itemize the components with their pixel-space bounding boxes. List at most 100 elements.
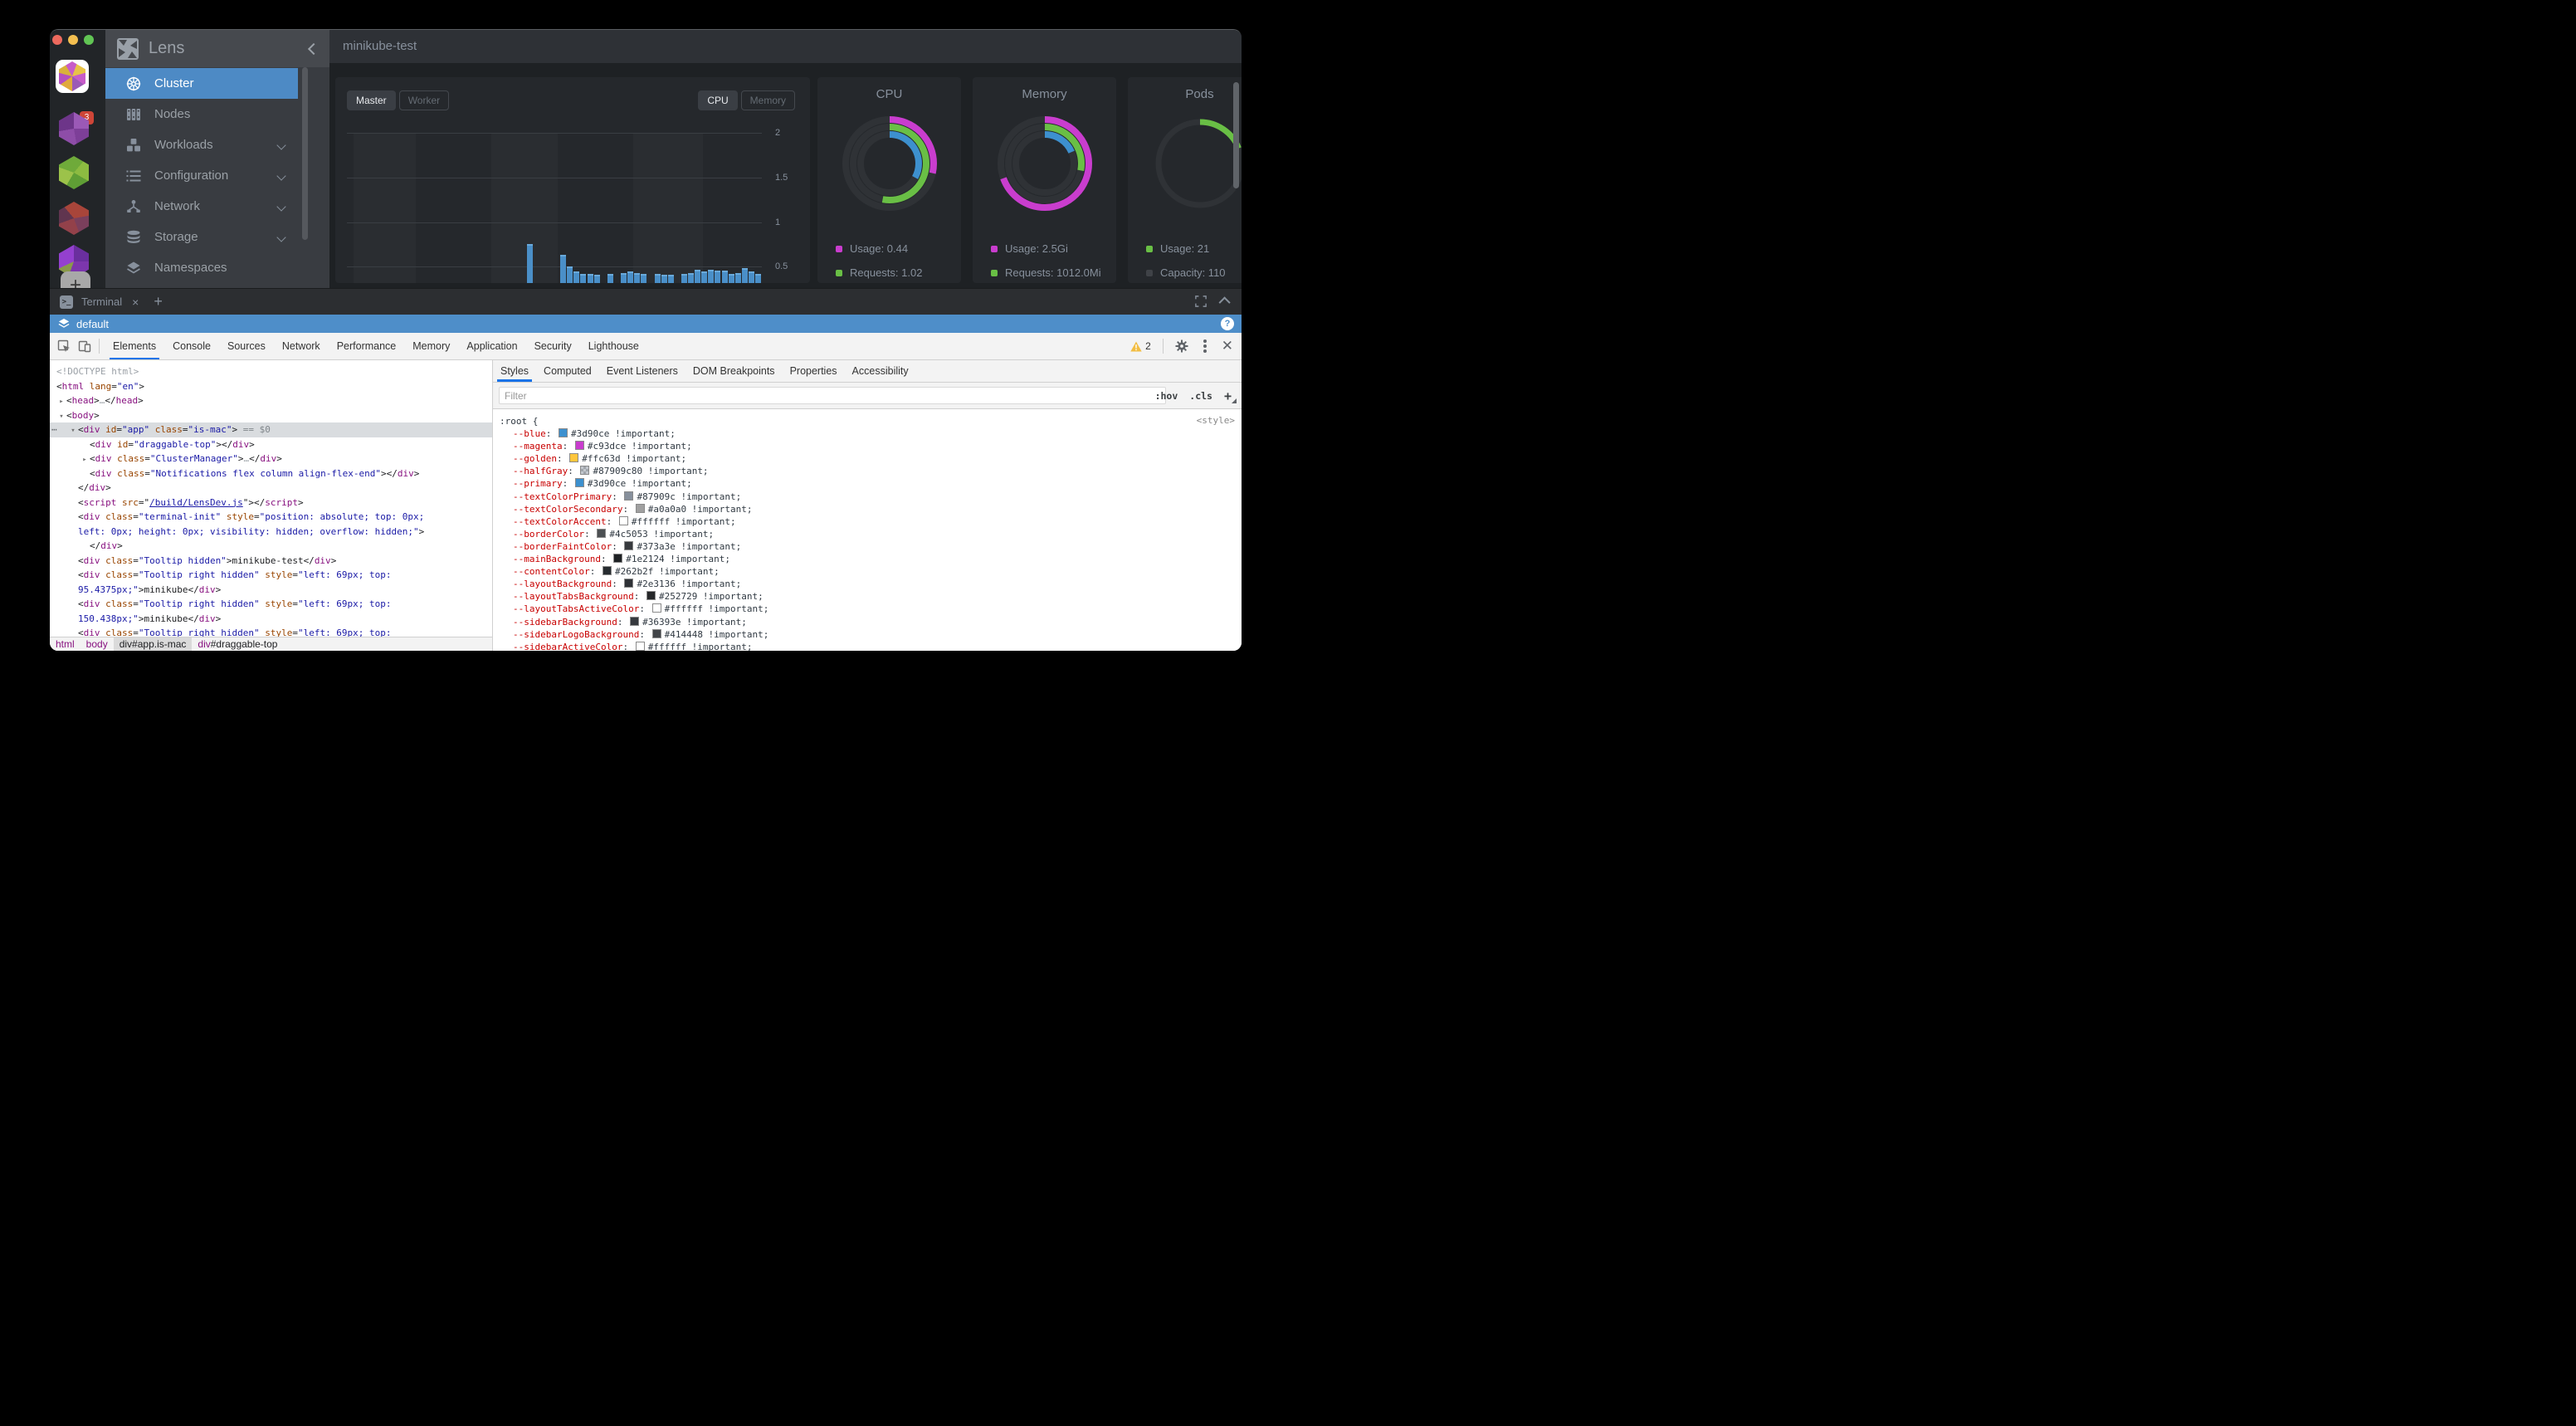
dom-tree-row[interactable]: <div class="Tooltip hidden">minikube-tes…	[50, 554, 492, 569]
dom-tree-row[interactable]: </div>	[50, 481, 492, 496]
sidebar-tab-computed[interactable]: Computed	[536, 361, 599, 382]
node-master-button[interactable]: Master	[347, 90, 396, 110]
terminal-tab[interactable]: Terminal	[81, 295, 122, 308]
sidebar-item-nodes[interactable]: Nodes	[105, 99, 298, 129]
tab-network[interactable]: Network	[274, 333, 329, 359]
sidebar-tab-event-listeners[interactable]: Event Listeners	[599, 361, 685, 382]
dom-tree-row[interactable]: <div id="draggable-top"></div>	[50, 437, 492, 452]
color-swatch[interactable]	[636, 504, 645, 513]
pseudo-state-toggle[interactable]: :hov	[1155, 390, 1178, 402]
dom-tree-row[interactable]: ⋯▾<div id="app" class="is-mac"> == $0	[50, 422, 492, 437]
css-property-row[interactable]: --layoutTabsBackground: #252729 !importa…	[493, 590, 1242, 603]
minimize-button[interactable]	[68, 35, 78, 45]
css-property-row[interactable]: --borderFaintColor: #373a3e !important;	[493, 540, 1242, 553]
css-property-row[interactable]: --blue: #3d90ce !important;	[493, 427, 1242, 440]
css-property-row[interactable]: --textColorAccent: #ffffff !important;	[493, 515, 1242, 528]
sidebar-item-network[interactable]: Network	[105, 191, 298, 222]
color-swatch[interactable]	[569, 453, 578, 462]
main-scrollbar[interactable]	[1233, 82, 1239, 188]
color-swatch[interactable]	[624, 541, 633, 550]
dom-tree-row[interactable]: 95.4375px;">minikube</div>	[50, 583, 492, 598]
gear-icon[interactable]	[1175, 339, 1188, 353]
sidebar-item-storage[interactable]: Storage	[105, 222, 298, 252]
sidebar-item-namespaces[interactable]: Namespaces	[105, 252, 298, 283]
cluster-icon[interactable]	[59, 202, 89, 235]
new-style-rule-button[interactable]: +	[1224, 388, 1232, 403]
fullscreen-icon[interactable]	[1195, 295, 1207, 307]
namespace-label[interactable]: default	[76, 318, 109, 330]
dom-tree-row[interactable]: <div class="Notifications flex column al…	[50, 466, 492, 481]
css-property-row[interactable]: --sidebarBackground: #36393e !important;	[493, 616, 1242, 628]
color-swatch[interactable]	[613, 554, 622, 563]
breadcrumb-item[interactable]: html	[50, 637, 80, 652]
metric-cpu-button[interactable]: CPU	[698, 90, 737, 110]
css-property-row[interactable]: --layoutBackground: #2e3136 !important;	[493, 578, 1242, 590]
css-property-row[interactable]: --borderColor: #4c5053 !important;	[493, 528, 1242, 540]
tab-lighthouse[interactable]: Lighthouse	[580, 333, 647, 359]
color-swatch[interactable]	[575, 478, 584, 487]
sidebar-scrollbar[interactable]	[302, 67, 308, 240]
collapse-sidebar-icon[interactable]	[308, 42, 320, 54]
css-property-row[interactable]: --sidebarActiveColor: #ffffff !important…	[493, 641, 1242, 651]
styles-filter-input[interactable]	[499, 387, 1166, 404]
cluster-icon[interactable]	[59, 156, 89, 189]
terminal-close-icon[interactable]: ×	[132, 295, 139, 309]
tab-sources[interactable]: Sources	[219, 333, 274, 359]
overflow-dots[interactable]: ⋯	[51, 422, 56, 437]
color-swatch[interactable]	[652, 603, 661, 613]
tab-security[interactable]: Security	[526, 333, 580, 359]
dom-tree-row[interactable]: <div class="terminal-init" style="positi…	[50, 510, 492, 525]
css-selector[interactable]: :root {	[493, 415, 1242, 427]
dom-tree-row[interactable]: ▸<head>…</head>	[50, 393, 492, 408]
collapse-dock-icon[interactable]	[1219, 296, 1231, 308]
dom-tree-row[interactable]: ▸<div class="ClusterManager">…</div>	[50, 452, 492, 466]
breadcrumb-item[interactable]: body	[80, 637, 114, 652]
chevron-down-icon[interactable]	[276, 202, 285, 211]
dom-tree-row[interactable]: left: 0px; height: 0px; visibility: hidd…	[50, 525, 492, 540]
tab-performance[interactable]: Performance	[329, 333, 405, 359]
chevron-down-icon[interactable]	[276, 171, 285, 180]
color-swatch[interactable]	[624, 579, 633, 588]
dom-tree-row[interactable]: </div>	[50, 539, 492, 554]
tab-memory[interactable]: Memory	[404, 333, 458, 359]
dom-tree-row[interactable]: <div class="Tooltip right hidden" style=…	[50, 597, 492, 612]
css-property-row[interactable]: --mainBackground: #1e2124 !important;	[493, 553, 1242, 565]
sidebar-item-configuration[interactable]: Configuration	[105, 160, 298, 191]
close-button[interactable]	[52, 35, 62, 45]
tab-application[interactable]: Application	[458, 333, 525, 359]
color-swatch[interactable]	[603, 566, 612, 575]
breadcrumb-item[interactable]: div#app.is-mac	[114, 637, 193, 652]
dom-tree-row[interactable]: 150.438px;">minikube</div>	[50, 612, 492, 627]
color-swatch[interactable]	[624, 491, 633, 501]
tab-elements[interactable]: Elements	[105, 333, 164, 359]
dom-tree-row[interactable]: <!DOCTYPE html>	[50, 364, 492, 379]
color-swatch[interactable]	[652, 629, 661, 638]
css-property-row[interactable]: --magenta: #c93dce !important;	[493, 440, 1242, 452]
terminal-add-icon[interactable]: +	[154, 293, 163, 310]
css-property-row[interactable]: --contentColor: #262b2f !important;	[493, 565, 1242, 578]
console-warnings[interactable]: 2	[1130, 340, 1151, 352]
more-options-icon[interactable]	[1203, 344, 1207, 348]
color-swatch[interactable]	[580, 466, 589, 475]
color-swatch[interactable]	[575, 441, 584, 450]
element-classes-toggle[interactable]: .cls	[1189, 390, 1212, 402]
css-property-row[interactable]: --primary: #3d90ce !important;	[493, 477, 1242, 490]
color-swatch[interactable]	[630, 617, 639, 626]
dom-tree-row[interactable]: <script src="/build/LensDev.js"></script…	[50, 496, 492, 510]
css-property-row[interactable]: --golden: #ffc63d !important;	[493, 452, 1242, 465]
dom-tree-row[interactable]: <div class="Tooltip right hidden" style=…	[50, 568, 492, 583]
dom-tree-row[interactable]: ▾<body>	[50, 408, 492, 423]
tab-console[interactable]: Console	[164, 333, 219, 359]
chevron-down-icon[interactable]	[276, 140, 285, 149]
zoom-button[interactable]	[84, 35, 94, 45]
color-swatch[interactable]	[636, 642, 645, 651]
metric-memory-button[interactable]: Memory	[741, 90, 795, 110]
css-property-row[interactable]: --textColorSecondary: #a0a0a0 !important…	[493, 503, 1242, 515]
device-toolbar-icon[interactable]	[78, 339, 91, 353]
color-swatch[interactable]	[619, 516, 628, 525]
help-button[interactable]: ?	[1221, 317, 1234, 330]
sidebar-tab-properties[interactable]: Properties	[783, 361, 845, 382]
sidebar-item-workloads[interactable]: Workloads	[105, 129, 298, 160]
node-worker-button[interactable]: Worker	[399, 90, 449, 110]
color-swatch[interactable]	[559, 428, 568, 437]
